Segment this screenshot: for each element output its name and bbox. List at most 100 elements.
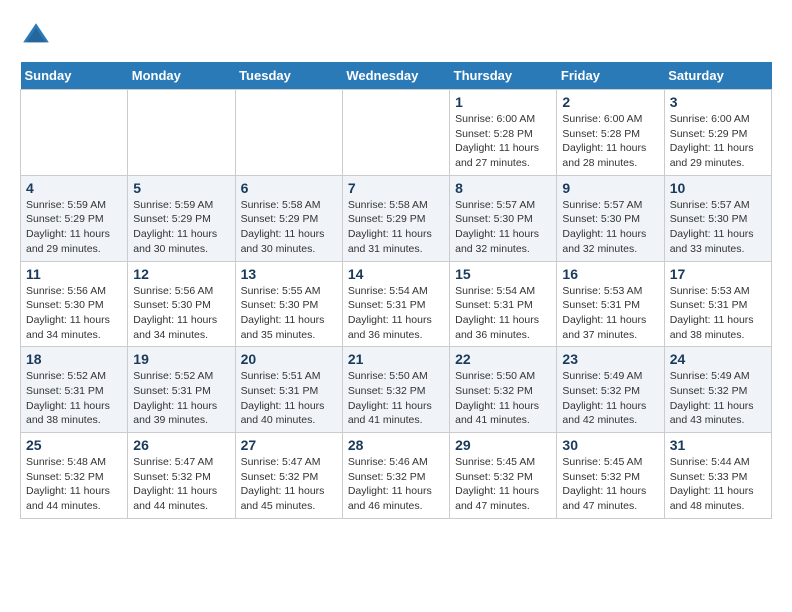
day-info: Sunrise: 5:54 AM Sunset: 5:31 PM Dayligh… xyxy=(348,284,444,343)
day-number: 22 xyxy=(455,351,551,367)
day-number: 6 xyxy=(241,180,337,196)
day-number: 4 xyxy=(26,180,122,196)
day-number: 16 xyxy=(562,266,658,282)
day-info: Sunrise: 5:49 AM Sunset: 5:32 PM Dayligh… xyxy=(670,369,766,428)
day-number: 3 xyxy=(670,94,766,110)
header-tuesday: Tuesday xyxy=(235,62,342,90)
day-number: 15 xyxy=(455,266,551,282)
logo-icon xyxy=(20,20,52,52)
day-cell: 21 Sunrise: 5:50 AM Sunset: 5:32 PM Dayli… xyxy=(342,347,449,433)
day-number: 10 xyxy=(670,180,766,196)
day-cell: 4 Sunrise: 5:59 AM Sunset: 5:29 PM Daylig… xyxy=(21,175,128,261)
day-number: 24 xyxy=(670,351,766,367)
day-info: Sunrise: 5:45 AM Sunset: 5:32 PM Dayligh… xyxy=(562,455,658,514)
calendar-header-row: SundayMondayTuesdayWednesdayThursdayFrid… xyxy=(21,62,772,90)
day-cell: 10Sunrise: 5:57 AM Sunset: 5:30 PM Dayli… xyxy=(664,175,771,261)
page-header xyxy=(20,20,772,52)
day-info: Sunrise: 5:44 AM Sunset: 5:33 PM Dayligh… xyxy=(670,455,766,514)
day-number: 23 xyxy=(562,351,658,367)
day-info: Sunrise: 6:00 AM Sunset: 5:28 PM Dayligh… xyxy=(455,112,551,171)
calendar-table: SundayMondayTuesdayWednesdayThursdayFrid… xyxy=(20,62,772,519)
day-info: Sunrise: 5:47 AM Sunset: 5:32 PM Dayligh… xyxy=(241,455,337,514)
header-sunday: Sunday xyxy=(21,62,128,90)
day-number: 17 xyxy=(670,266,766,282)
day-info: Sunrise: 5:52 AM Sunset: 5:31 PM Dayligh… xyxy=(133,369,229,428)
day-number: 21 xyxy=(348,351,444,367)
header-thursday: Thursday xyxy=(450,62,557,90)
day-info: Sunrise: 5:46 AM Sunset: 5:32 PM Dayligh… xyxy=(348,455,444,514)
day-info: Sunrise: 5:50 AM Sunset: 5:32 PM Dayligh… xyxy=(455,369,551,428)
day-cell: 17 Sunrise: 5:53 AM Sunset: 5:31 PM Dayli… xyxy=(664,261,771,347)
day-info: Sunrise: 5:45 AM Sunset: 5:32 PM Dayligh… xyxy=(455,455,551,514)
day-cell: 12 Sunrise: 5:56 AM Sunset: 5:30 PM Dayli… xyxy=(128,261,235,347)
day-cell xyxy=(21,90,128,176)
day-number: 9 xyxy=(562,180,658,196)
day-number: 8 xyxy=(455,180,551,196)
day-number: 20 xyxy=(241,351,337,367)
day-info: Sunrise: 5:58 AM Sunset: 5:29 PM Dayligh… xyxy=(241,198,337,257)
day-number: 28 xyxy=(348,437,444,453)
day-cell xyxy=(235,90,342,176)
day-cell: 3Sunrise: 6:00 AM Sunset: 5:29 PM Daylig… xyxy=(664,90,771,176)
day-cell xyxy=(342,90,449,176)
day-info: Sunrise: 5:54 AM Sunset: 5:31 PM Dayligh… xyxy=(455,284,551,343)
day-info: Sunrise: 5:52 AM Sunset: 5:31 PM Dayligh… xyxy=(26,369,122,428)
day-number: 2 xyxy=(562,94,658,110)
day-number: 11 xyxy=(26,266,122,282)
day-cell: 14 Sunrise: 5:54 AM Sunset: 5:31 PM Dayli… xyxy=(342,261,449,347)
day-cell: 15 Sunrise: 5:54 AM Sunset: 5:31 PM Dayli… xyxy=(450,261,557,347)
day-cell: 30Sunrise: 5:45 AM Sunset: 5:32 PM Dayli… xyxy=(557,433,664,519)
day-number: 7 xyxy=(348,180,444,196)
day-number: 14 xyxy=(348,266,444,282)
day-cell: 11 Sunrise: 5:56 AM Sunset: 5:30 PM Dayli… xyxy=(21,261,128,347)
day-info: Sunrise: 5:56 AM Sunset: 5:30 PM Dayligh… xyxy=(26,284,122,343)
day-info: Sunrise: 5:57 AM Sunset: 5:30 PM Dayligh… xyxy=(562,198,658,257)
day-number: 1 xyxy=(455,94,551,110)
day-number: 19 xyxy=(133,351,229,367)
day-cell: 26 Sunrise: 5:47 AM Sunset: 5:32 PM Dayli… xyxy=(128,433,235,519)
day-cell: 2 Sunrise: 6:00 AM Sunset: 5:28 PM Daylig… xyxy=(557,90,664,176)
day-cell: 22 Sunrise: 5:50 AM Sunset: 5:32 PM Dayli… xyxy=(450,347,557,433)
day-number: 13 xyxy=(241,266,337,282)
day-cell xyxy=(128,90,235,176)
day-number: 29 xyxy=(455,437,551,453)
day-info: Sunrise: 5:59 AM Sunset: 5:29 PM Dayligh… xyxy=(26,198,122,257)
day-info: Sunrise: 6:00 AM Sunset: 5:28 PM Dayligh… xyxy=(562,112,658,171)
day-number: 5 xyxy=(133,180,229,196)
day-cell: 23 Sunrise: 5:49 AM Sunset: 5:32 PM Dayli… xyxy=(557,347,664,433)
day-info: Sunrise: 5:53 AM Sunset: 5:31 PM Dayligh… xyxy=(670,284,766,343)
header-friday: Friday xyxy=(557,62,664,90)
week-row-3: 11 Sunrise: 5:56 AM Sunset: 5:30 PM Dayli… xyxy=(21,261,772,347)
day-info: Sunrise: 5:59 AM Sunset: 5:29 PM Dayligh… xyxy=(133,198,229,257)
day-info: Sunrise: 5:49 AM Sunset: 5:32 PM Dayligh… xyxy=(562,369,658,428)
day-info: Sunrise: 5:53 AM Sunset: 5:31 PM Dayligh… xyxy=(562,284,658,343)
day-cell: 7 Sunrise: 5:58 AM Sunset: 5:29 PM Daylig… xyxy=(342,175,449,261)
day-number: 18 xyxy=(26,351,122,367)
day-cell: 18 Sunrise: 5:52 AM Sunset: 5:31 PM Dayli… xyxy=(21,347,128,433)
day-info: Sunrise: 5:48 AM Sunset: 5:32 PM Dayligh… xyxy=(26,455,122,514)
day-cell: 1 Sunrise: 6:00 AM Sunset: 5:28 PM Daylig… xyxy=(450,90,557,176)
day-number: 12 xyxy=(133,266,229,282)
day-number: 26 xyxy=(133,437,229,453)
day-number: 31 xyxy=(670,437,766,453)
day-info: Sunrise: 5:55 AM Sunset: 5:30 PM Dayligh… xyxy=(241,284,337,343)
week-row-2: 4 Sunrise: 5:59 AM Sunset: 5:29 PM Daylig… xyxy=(21,175,772,261)
day-cell: 16 Sunrise: 5:53 AM Sunset: 5:31 PM Dayli… xyxy=(557,261,664,347)
day-info: Sunrise: 5:47 AM Sunset: 5:32 PM Dayligh… xyxy=(133,455,229,514)
day-cell: 29 Sunrise: 5:45 AM Sunset: 5:32 PM Dayli… xyxy=(450,433,557,519)
day-cell: 9 Sunrise: 5:57 AM Sunset: 5:30 PM Daylig… xyxy=(557,175,664,261)
day-cell: 28 Sunrise: 5:46 AM Sunset: 5:32 PM Dayli… xyxy=(342,433,449,519)
week-row-4: 18 Sunrise: 5:52 AM Sunset: 5:31 PM Dayli… xyxy=(21,347,772,433)
day-number: 25 xyxy=(26,437,122,453)
day-info: Sunrise: 5:56 AM Sunset: 5:30 PM Dayligh… xyxy=(133,284,229,343)
day-cell: 13 Sunrise: 5:55 AM Sunset: 5:30 PM Dayli… xyxy=(235,261,342,347)
header-monday: Monday xyxy=(128,62,235,90)
day-info: Sunrise: 5:58 AM Sunset: 5:29 PM Dayligh… xyxy=(348,198,444,257)
day-cell: 5 Sunrise: 5:59 AM Sunset: 5:29 PM Daylig… xyxy=(128,175,235,261)
day-info: Sunrise: 5:50 AM Sunset: 5:32 PM Dayligh… xyxy=(348,369,444,428)
day-cell: 20Sunrise: 5:51 AM Sunset: 5:31 PM Dayli… xyxy=(235,347,342,433)
day-cell: 24 Sunrise: 5:49 AM Sunset: 5:32 PM Dayli… xyxy=(664,347,771,433)
day-cell: 27Sunrise: 5:47 AM Sunset: 5:32 PM Dayli… xyxy=(235,433,342,519)
day-cell: 19 Sunrise: 5:52 AM Sunset: 5:31 PM Dayli… xyxy=(128,347,235,433)
logo xyxy=(20,20,56,52)
